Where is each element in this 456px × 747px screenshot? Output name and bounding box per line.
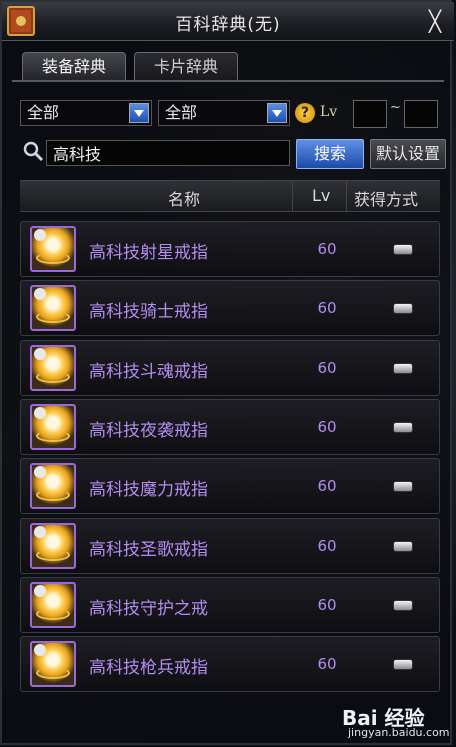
list-item[interactable]: 高科技射星戒指 60 xyxy=(20,221,440,277)
tab-equipment[interactable]: 装备辞典 xyxy=(22,52,126,80)
obtain-method-icon[interactable] xyxy=(393,422,413,433)
ring-band xyxy=(36,489,70,501)
ring-icon xyxy=(30,285,76,331)
item-name: 高科技魔力戒指 xyxy=(89,480,208,500)
chevron-down-icon[interactable] xyxy=(267,103,287,123)
grade-icon xyxy=(34,407,46,419)
ring-band xyxy=(36,667,70,679)
grade-icon xyxy=(34,644,46,656)
list-item[interactable]: 高科技枪兵戒指 60 xyxy=(20,636,440,692)
list-item[interactable]: 高科技圣歌戒指 60 xyxy=(20,518,440,574)
ring-icon xyxy=(30,463,76,509)
close-button[interactable]: ╳ xyxy=(422,8,448,34)
item-level: 60 xyxy=(317,477,337,495)
ring-band xyxy=(36,252,70,264)
item-level: 60 xyxy=(317,537,337,555)
category-select-2[interactable]: 全部 xyxy=(158,100,290,126)
item-level: 60 xyxy=(317,240,337,258)
obtain-method-icon[interactable] xyxy=(393,481,413,492)
ring-band xyxy=(36,430,70,442)
watermark: Bai 经验 jingyan.baidu.com xyxy=(306,702,452,739)
item-level: 60 xyxy=(317,655,337,673)
item-name: 高科技斗魂戒指 xyxy=(89,362,208,382)
close-icon: ╳ xyxy=(428,9,442,33)
watermark-url: jingyan.baidu.com xyxy=(348,726,450,739)
grade-icon xyxy=(34,229,46,241)
ring-icon xyxy=(30,345,76,391)
grade-icon xyxy=(34,466,46,478)
item-level: 60 xyxy=(317,359,337,377)
item-level: 60 xyxy=(317,299,337,317)
grade-icon xyxy=(34,585,46,597)
item-name: 高科技射星戒指 xyxy=(89,243,208,263)
column-header-obtain: 获得方式 xyxy=(354,190,419,209)
list-item[interactable]: 高科技夜袭戒指 60 xyxy=(20,399,440,455)
chevron-down-icon[interactable] xyxy=(129,103,149,123)
list-item[interactable]: 高科技骑士戒指 60 xyxy=(20,280,440,336)
column-header-name: 名称 xyxy=(168,190,201,209)
search-button[interactable]: 搜索 xyxy=(296,139,364,169)
obtain-method-icon[interactable] xyxy=(393,659,413,670)
column-divider xyxy=(292,181,293,211)
item-name: 高科技骑士戒指 xyxy=(89,302,208,322)
grade-icon xyxy=(34,348,46,360)
default-settings-button[interactable]: 默认设置 xyxy=(370,139,446,169)
help-icon[interactable]: ? xyxy=(295,103,315,123)
item-level: 60 xyxy=(317,596,337,614)
lv-max-input[interactable] xyxy=(404,100,438,128)
search-input[interactable] xyxy=(46,140,290,166)
lv-min-input[interactable] xyxy=(353,100,387,128)
ring-icon xyxy=(30,226,76,272)
list-item[interactable]: 高科技斗魂戒指 60 xyxy=(20,340,440,396)
item-level: 60 xyxy=(317,418,337,436)
window-title: 百科辞典(无) xyxy=(175,15,281,35)
obtain-method-icon[interactable] xyxy=(393,541,413,552)
category-select-2-value: 全部 xyxy=(165,103,198,122)
item-name: 高科技圣歌戒指 xyxy=(89,540,208,560)
category-select-1-value: 全部 xyxy=(27,103,60,122)
column-divider xyxy=(346,181,347,211)
ring-icon xyxy=(30,641,76,687)
ring-band xyxy=(36,608,70,620)
obtain-method-icon[interactable] xyxy=(393,244,413,255)
ring-icon xyxy=(30,404,76,450)
ring-band xyxy=(36,371,70,383)
title-bar[interactable]: 百科辞典(无) ╳ xyxy=(2,2,454,41)
ring-band xyxy=(36,311,70,323)
encyclopedia-window: 百科辞典(无) ╳ 装备辞典 卡片辞典 全部 全部 ? Lv ~ 搜索 默认设置… xyxy=(0,0,454,745)
category-select-1[interactable]: 全部 xyxy=(20,100,152,126)
ring-icon xyxy=(30,582,76,628)
list-item[interactable]: 高科技魔力戒指 60 xyxy=(20,458,440,514)
tab-cards[interactable]: 卡片辞典 xyxy=(134,52,238,80)
search-icon xyxy=(23,141,44,162)
lv-label: Lv xyxy=(320,104,338,120)
ring-icon xyxy=(30,523,76,569)
grade-icon xyxy=(34,526,46,538)
list-item[interactable]: 高科技守护之戒 60 xyxy=(20,577,440,633)
obtain-method-icon[interactable] xyxy=(393,363,413,374)
grade-icon xyxy=(34,288,46,300)
item-name: 高科技枪兵戒指 xyxy=(89,658,208,678)
ring-band xyxy=(36,549,70,561)
obtain-method-icon[interactable] xyxy=(393,303,413,314)
item-name: 高科技夜袭戒指 xyxy=(89,421,208,441)
obtain-method-icon[interactable] xyxy=(393,600,413,611)
table-header: 名称 Lv 获得方式 xyxy=(20,180,440,212)
tab-divider xyxy=(12,80,444,82)
lv-separator: ~ xyxy=(390,100,401,115)
item-name: 高科技守护之戒 xyxy=(89,599,208,619)
column-header-lv: Lv xyxy=(312,186,331,205)
